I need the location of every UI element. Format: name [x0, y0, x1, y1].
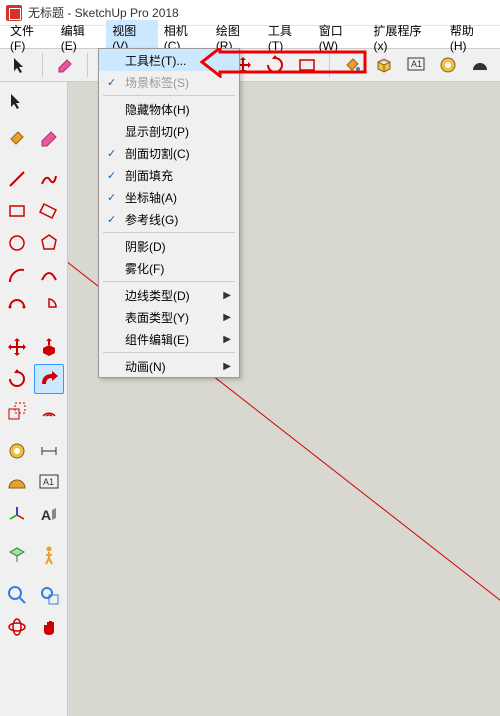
menu-item-label: 剖面切割(C) — [125, 145, 190, 162]
menubar: 文件(F)编辑(E)视图(V)相机(C)绘图(R)工具(T)窗口(W)扩展程序 … — [0, 26, 500, 48]
walk-tool[interactable] — [34, 540, 64, 570]
svg-text:A1: A1 — [43, 477, 54, 487]
text-tool-icon[interactable]: A1 — [404, 53, 428, 77]
left-toolbox: A1 A — [0, 82, 68, 716]
menu-item-label: 组件编辑(E) — [125, 331, 189, 348]
menu-separator — [103, 95, 235, 96]
orbit-tool[interactable] — [2, 612, 32, 642]
menu-item-label: 显示剖切(P) — [125, 123, 189, 140]
window-title: 无标题 - SketchUp Pro 2018 — [28, 4, 179, 21]
menu-item[interactable]: ✓ 参考线(G) — [99, 208, 239, 230]
menu-item[interactable]: ✓ 坐标轴(A) — [99, 186, 239, 208]
zoom-extents-tool[interactable] — [34, 580, 64, 610]
freehand-tool[interactable] — [34, 164, 64, 194]
menu-item[interactable]: 显示剖切(P) — [99, 120, 239, 142]
zoom-tool[interactable] — [2, 580, 32, 610]
paint-tool[interactable] — [2, 124, 32, 154]
menu-item-label: 雾化(F) — [125, 260, 164, 277]
menu-item[interactable]: ✓ 剖面填充 — [99, 164, 239, 186]
menu-item[interactable]: 组件编辑(E) ▶ — [99, 328, 239, 350]
tape-tool-icon[interactable] — [436, 53, 460, 77]
submenu-arrow-icon: ▶ — [223, 361, 231, 372]
menu-item[interactable]: 隐藏物体(H) — [99, 98, 239, 120]
pan-tool[interactable] — [34, 612, 64, 642]
menu-separator — [103, 281, 235, 282]
rotate-tool[interactable] — [2, 364, 32, 394]
select-tool[interactable] — [2, 86, 32, 116]
submenu-arrow-icon: ▶ — [223, 312, 231, 323]
section-tool[interactable] — [2, 540, 32, 570]
check-icon: ✓ — [107, 147, 116, 160]
check-icon: ✓ — [107, 191, 116, 204]
offset-tool[interactable] — [34, 396, 64, 426]
submenu-arrow-icon: ▶ — [223, 334, 231, 345]
menu-item-label: 场景标签(S) — [125, 74, 189, 91]
toolbar-separator — [87, 53, 88, 77]
menu-item[interactable]: 表面类型(Y) ▶ — [99, 306, 239, 328]
toolbar-separator — [42, 53, 43, 77]
menu-item-label: 边线类型(D) — [125, 287, 190, 304]
menu-item-label: 工具栏(T)... — [125, 52, 186, 69]
move-tool[interactable] — [2, 332, 32, 362]
check-icon: ✓ — [107, 213, 116, 226]
menu-separator — [103, 352, 235, 353]
menu-item[interactable]: 雾化(F) — [99, 257, 239, 279]
follow-me-tool[interactable] — [34, 364, 64, 394]
eraser-tool-icon[interactable] — [53, 53, 77, 77]
dimension-tool[interactable] — [34, 436, 64, 466]
menu-item-8[interactable]: 帮助(H) — [444, 20, 496, 55]
sketchup-logo-icon — [6, 5, 22, 21]
text-label-tool[interactable]: A1 — [34, 468, 64, 498]
arc-tool[interactable] — [2, 260, 32, 290]
select-tool-icon[interactable] — [8, 53, 32, 77]
line-tool[interactable] — [2, 164, 32, 194]
pie-tool[interactable] — [34, 292, 64, 322]
menu-item[interactable]: 阴影(D) — [99, 235, 239, 257]
scale-tool[interactable] — [2, 396, 32, 426]
menu-item-label: 参考线(G) — [125, 211, 178, 228]
svg-text:A: A — [41, 507, 51, 523]
rectangle-tool[interactable] — [2, 196, 32, 226]
circle-tool[interactable] — [2, 228, 32, 258]
menu-item-0[interactable]: 文件(F) — [4, 20, 55, 55]
tape-measure-tool[interactable] — [2, 436, 32, 466]
menu-item[interactable]: 边线类型(D) ▶ — [99, 284, 239, 306]
arc3-tool[interactable] — [2, 292, 32, 322]
menu-item[interactable]: ✓ 剖面切割(C) — [99, 142, 239, 164]
arc2-tool[interactable] — [34, 260, 64, 290]
annotation-arrow — [200, 48, 370, 78]
rotated-rect-tool[interactable] — [34, 196, 64, 226]
menu-item-label: 阴影(D) — [125, 238, 166, 255]
axes-tool[interactable] — [2, 500, 32, 530]
eraser-tool[interactable] — [34, 124, 64, 154]
menu-item-label: 隐藏物体(H) — [125, 101, 190, 118]
3dtext-tool[interactable]: A — [34, 500, 64, 530]
menu-item-label: 剖面填充 — [125, 167, 173, 184]
protractor-tool-icon[interactable] — [468, 53, 492, 77]
menu-item-label: 动画(N) — [125, 358, 166, 375]
submenu-arrow-icon: ▶ — [223, 290, 231, 301]
view-menu-dropdown: 工具栏(T)...✓场景标签(S)隐藏物体(H)显示剖切(P)✓剖面切割(C)✓… — [98, 48, 240, 378]
menu-separator — [103, 232, 235, 233]
menu-item-label: 表面类型(Y) — [125, 309, 189, 326]
menu-item-7[interactable]: 扩展程序 (x) — [367, 20, 443, 55]
check-icon: ✓ — [107, 169, 116, 182]
protractor-tool[interactable] — [2, 468, 32, 498]
menu-item[interactable]: 动画(N) ▶ — [99, 355, 239, 377]
push-pull-tool[interactable] — [34, 332, 64, 362]
box-tool-icon[interactable] — [372, 53, 396, 77]
svg-text:A1: A1 — [411, 59, 422, 69]
check-icon: ✓ — [107, 76, 116, 89]
menu-item-label: 坐标轴(A) — [125, 189, 177, 206]
polygon-tool[interactable] — [34, 228, 64, 258]
